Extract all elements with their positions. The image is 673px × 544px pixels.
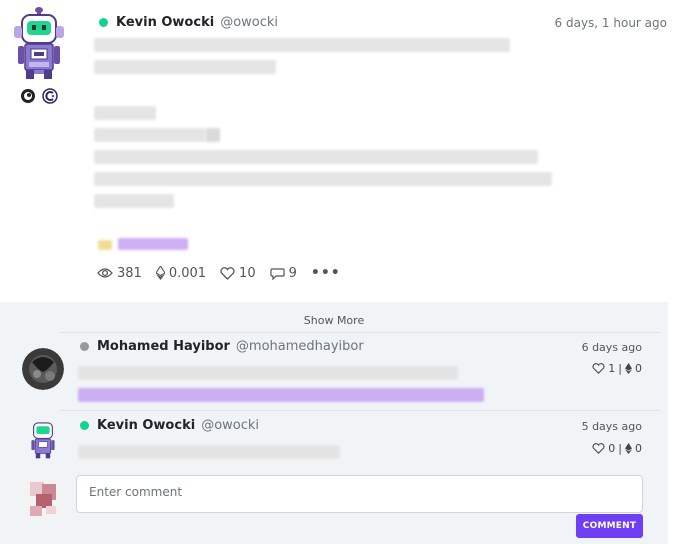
ethereum-icon [625,363,632,374]
ethereum-icon [625,443,632,454]
comment-tips[interactable]: 0 [635,442,642,455]
eye-badge-icon[interactable] [20,88,36,104]
comment-likes[interactable]: 0 [608,442,615,455]
heart-icon [592,363,605,374]
comment-timestamp: 5 days ago [581,420,642,433]
comment-author-handle[interactable]: @mohamedhayibor [236,339,364,354]
post-timestamp: 6 days, 1 hour ago [554,16,667,30]
comment-tips[interactable]: 0 [635,362,642,375]
online-status-icon [80,421,89,430]
robot-avatar[interactable] [8,6,70,82]
divider [60,332,660,333]
comments-button[interactable]: 9 [269,265,297,281]
eye-icon [97,268,113,278]
online-status-icon [99,18,108,27]
divider [60,410,660,411]
comment-timestamp: 6 days ago [581,341,642,354]
comment-input[interactable] [76,475,643,513]
post-author-handle[interactable]: @owocki [220,15,278,30]
offline-status-icon [80,342,89,351]
separator: | [618,442,622,455]
separator: | [618,362,622,375]
activity-post: Kevin Owocki @owocki 6 days, 1 hour ago … [0,0,673,300]
post-author-name[interactable]: Kevin Owocki [116,15,214,30]
show-more-link[interactable]: Show More [0,314,668,327]
heart-icon [592,443,605,454]
like-button[interactable]: 10 [220,266,256,281]
comment-author-name[interactable]: Kevin Owocki [97,418,195,433]
comment-author-name[interactable]: Mohamed Hayibor [97,339,230,354]
comment-stats: 1 | 0 [592,362,642,375]
post-actions: 381 0.001 10 9 ••• [97,265,341,281]
comment-author-line: Kevin Owocki @owocki [80,418,259,433]
user-badges [20,88,58,104]
comment-submit-button[interactable]: COMMENT [576,514,643,538]
tips-amount: 0.001 [168,265,207,281]
comment-bubble-icon [269,267,285,280]
current-user-avatar[interactable] [22,478,64,520]
comment-likes[interactable]: 1 [608,362,615,375]
ethereum-icon [155,266,165,280]
tip-button[interactable]: 0.001 [155,265,207,281]
views-stat: 381 [97,266,142,281]
commenter-avatar[interactable] [22,348,64,390]
robot-avatar[interactable] [22,418,64,460]
comment-stats: 0 | 0 [592,442,642,455]
c-badge-icon[interactable] [42,88,58,104]
views-count: 381 [117,265,142,281]
heart-icon [220,266,235,280]
comments-count: 9 [288,265,297,281]
comments-section: Show More Mohamed Hayibor @mohamedhayibo… [0,302,668,544]
comment-author-line: Mohamed Hayibor @mohamedhayibor [80,339,364,354]
comment-author-handle[interactable]: @owocki [201,418,259,433]
likes-count: 10 [239,265,256,281]
more-options-icon[interactable]: ••• [311,265,341,281]
post-author-line: Kevin Owocki @owocki [99,15,278,30]
